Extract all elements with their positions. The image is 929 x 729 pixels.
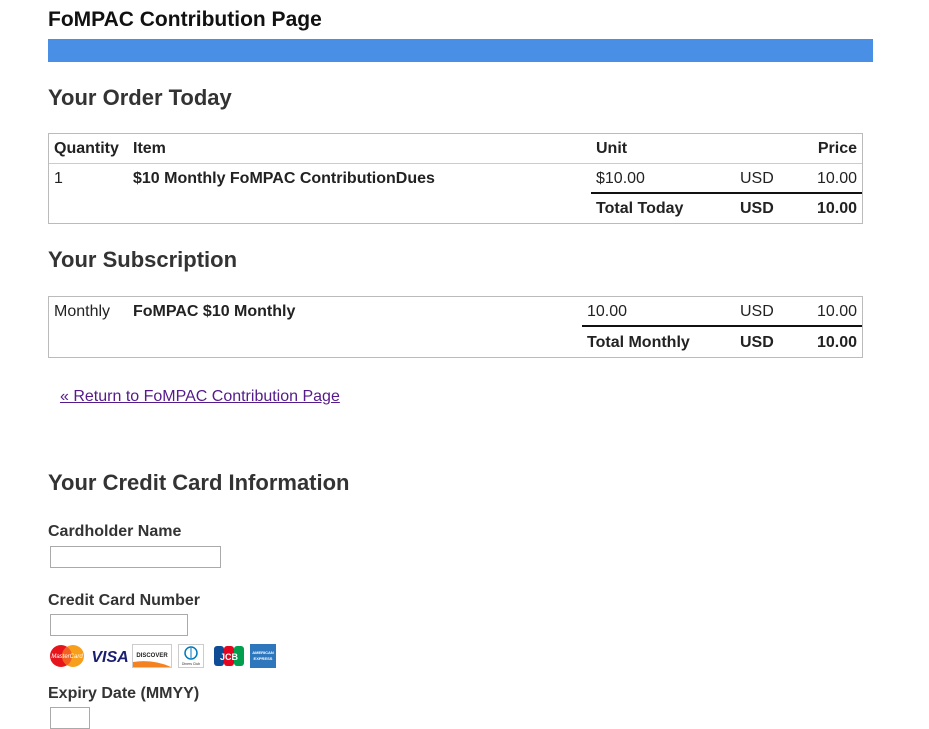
row-unit: $10.00 [596, 170, 645, 187]
row-currency: USD [740, 303, 774, 320]
header-accent-bar [48, 39, 873, 62]
svg-text:EXPRESS: EXPRESS [254, 656, 273, 661]
col-header-item: Item [133, 140, 166, 157]
col-header-unit: Unit [596, 140, 628, 157]
row-currency: USD [740, 170, 774, 187]
mastercard-icon: MasterCard [48, 644, 86, 668]
total-divider [582, 325, 862, 327]
svg-text:VISA: VISA [91, 649, 128, 666]
diners-club-icon: Diners Club [178, 644, 204, 668]
total-label: Total Monthly [587, 334, 690, 351]
order-table: Quantity Item Unit Price 1 $10 Monthly F… [48, 133, 863, 224]
row-unit: 10.00 [587, 303, 628, 320]
total-divider [591, 192, 862, 194]
svg-text:Diners Club: Diners Club [182, 662, 200, 666]
credit-card-number-label: Credit Card Number [48, 592, 201, 609]
subscription-heading: Your Subscription [48, 247, 238, 272]
svg-text:AMERICAN: AMERICAN [252, 650, 274, 655]
order-heading: Your Order Today [48, 85, 232, 110]
credit-card-number-input[interactable] [50, 614, 188, 636]
header-divider [49, 163, 862, 164]
cardholder-name-input[interactable] [50, 546, 221, 568]
total-amount: 10.00 [816, 334, 857, 351]
cardholder-name-label: Cardholder Name [48, 523, 182, 540]
row-price: 10.00 [816, 170, 857, 187]
expiry-date-label: Expiry Date (MMYY) [48, 685, 200, 702]
total-amount: 10.00 [816, 200, 857, 217]
return-to-contribution-page-link[interactable]: « Return to FoMPAC Contribution Page [60, 388, 340, 406]
row-item: FoMPAC $10 Monthly [133, 303, 296, 320]
svg-text:DISCOVER: DISCOVER [136, 653, 168, 659]
visa-icon: VISA [90, 644, 130, 668]
col-header-quantity: Quantity [54, 140, 119, 157]
jcb-icon: JCB [214, 644, 244, 668]
svg-text:MasterCard: MasterCard [51, 654, 83, 660]
svg-text:JCB: JCB [220, 652, 239, 662]
total-currency: USD [740, 334, 774, 351]
discover-icon: DISCOVER [132, 644, 172, 668]
total-label: Total Today [596, 200, 684, 217]
american-express-icon: AMERICAN EXPRESS [250, 644, 276, 668]
expiry-date-input[interactable] [50, 707, 90, 729]
row-quantity: 1 [54, 170, 63, 187]
col-header-price: Price [817, 140, 857, 157]
subscription-table: Monthly FoMPAC $10 Monthly 10.00 USD 10.… [48, 296, 863, 358]
total-currency: USD [740, 200, 774, 217]
credit-card-heading: Your Credit Card Information [48, 470, 350, 495]
row-period: Monthly [54, 303, 111, 320]
row-price: 10.00 [816, 303, 857, 320]
page-title: FoMPAC Contribution Page [48, 8, 322, 31]
row-item: $10 Monthly FoMPAC ContributionDues [133, 170, 435, 187]
